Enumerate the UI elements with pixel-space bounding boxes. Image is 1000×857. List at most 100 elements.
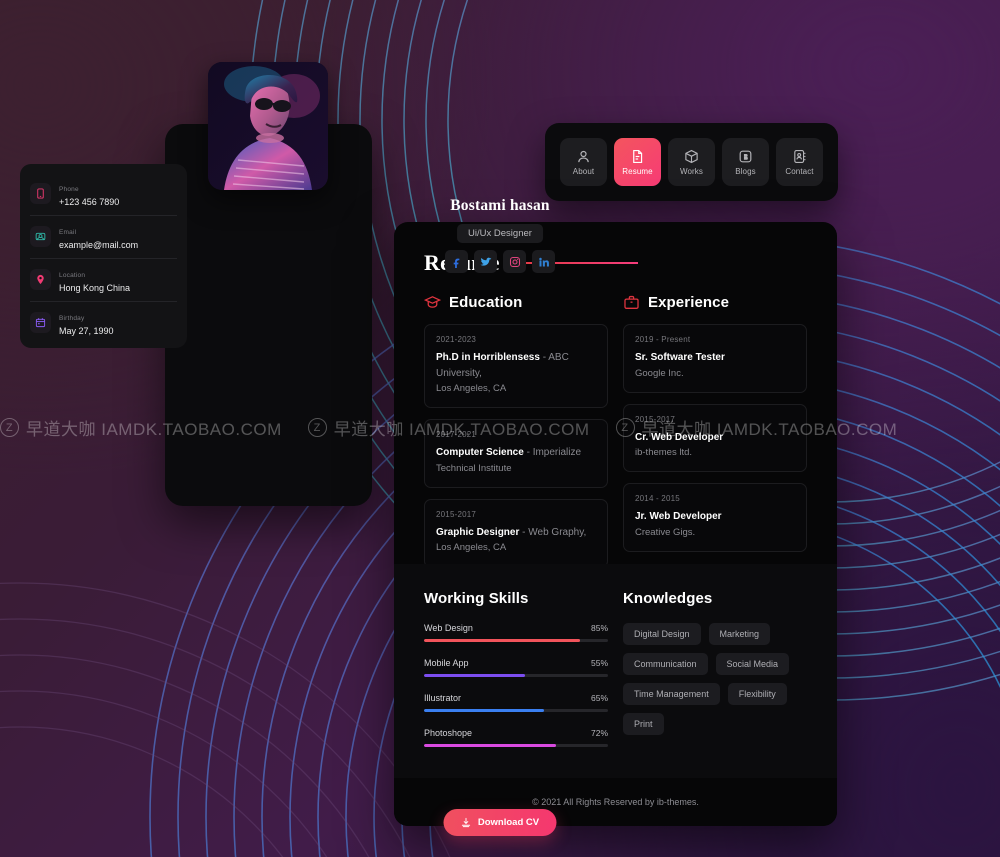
contact-row-email[interactable]: Email example@mail.com xyxy=(30,216,177,260)
contact-value-email: example@mail.com xyxy=(59,240,139,251)
contact-info-list: Phone +123 456 7890 Email example@mail.c… xyxy=(20,164,187,349)
education-sub: Technical Institute xyxy=(436,462,512,474)
education-card: 2015-2017 Graphic Designer - Web Graphy,… xyxy=(424,498,608,568)
contact-label-location: Location xyxy=(59,272,86,280)
nav-label-blogs: Blogs xyxy=(735,166,756,176)
nav-item-works[interactable]: Works xyxy=(668,138,715,186)
social-link-linkedin[interactable] xyxy=(532,250,555,273)
nav-label-resume: Resume xyxy=(622,166,653,176)
download-cv-button[interactable]: Download CV xyxy=(443,809,557,836)
email-icon xyxy=(35,232,46,241)
contact-value-location: Hong Kong China xyxy=(59,283,131,294)
skills-band: Working Skills Web Design 85% Mobile App… xyxy=(394,564,837,778)
contact-value-birthday: May 27, 1990 xyxy=(59,326,114,337)
experience-card: 2019 - Present Sr. Software Tester Googl… xyxy=(623,324,807,393)
download-cv-label: Download CV xyxy=(477,817,540,828)
education-degree: Graphic Designer - Web Graphy, xyxy=(436,526,587,538)
contact-row-birthday[interactable]: Birthday May 27, 1990 xyxy=(30,302,177,344)
skill-track xyxy=(424,639,608,642)
experience-company: ib-themes ltd. xyxy=(635,447,693,459)
skill-fill xyxy=(424,674,526,677)
knowledges-title: Knowledges xyxy=(623,590,713,607)
skill-name: Photoshope xyxy=(424,728,473,738)
nav-label-works: Works xyxy=(679,166,704,176)
phone-icon-wrap xyxy=(30,183,51,205)
cube-icon xyxy=(685,149,698,163)
instagram-icon xyxy=(509,256,520,267)
location-icon xyxy=(37,275,44,285)
skill-fill xyxy=(424,744,557,747)
education-card: 2017-2021 Computer Science - Imperialize… xyxy=(424,419,608,488)
knowledge-tag[interactable]: Flexibility xyxy=(727,683,787,705)
skill-track xyxy=(424,709,608,712)
phone-icon xyxy=(37,188,44,199)
education-year: 2017-2021 xyxy=(436,430,477,440)
experience-heading: Experience xyxy=(623,294,807,311)
experience-card: 2015-2017 Cr. Web Developer ib-themes lt… xyxy=(623,403,807,473)
experience-column: Experience 2019 - Present Sr. Software T… xyxy=(623,294,807,579)
contact-value-phone: +123 456 7890 xyxy=(59,197,120,207)
experience-year: 2019 - Present xyxy=(635,335,691,344)
profile-role-badge: Ui/Ux Designer xyxy=(457,224,543,243)
skill-name: Web Design xyxy=(424,623,473,633)
portrait-photo-icon xyxy=(208,62,328,190)
social-link-twitter[interactable] xyxy=(474,250,497,273)
resume-columns: Education 2021-2023 Ph.D in Horriblenses… xyxy=(394,276,837,579)
education-degree: Computer Science - Imperialize xyxy=(436,447,582,459)
skill-percent: 85% xyxy=(590,623,608,633)
knowledge-tag[interactable]: Print xyxy=(623,713,664,735)
education-sub: Los Angeles, CA xyxy=(436,383,507,394)
nav-label-contact: Contact xyxy=(785,166,814,176)
blog-icon xyxy=(739,150,752,162)
skill-percent: 72% xyxy=(590,728,608,738)
knowledge-tag[interactable]: Social Media xyxy=(715,653,790,675)
contact-label-phone: Phone xyxy=(59,186,79,193)
education-degree: Ph.D in Horriblensess - ABC University, xyxy=(436,352,569,379)
contact-row-location[interactable]: Location Hong Kong China xyxy=(30,259,177,303)
experience-company: Creative Gigs. xyxy=(635,526,696,538)
skill-percent: 65% xyxy=(590,693,608,703)
education-year: 2021-2023 xyxy=(436,335,477,344)
skill-fill xyxy=(424,709,544,712)
education-year: 2015-2017 xyxy=(436,509,477,519)
social-link-instagram[interactable] xyxy=(503,250,526,273)
nav-item-blogs[interactable]: Blogs xyxy=(722,138,769,186)
contact-label-birthday: Birthday xyxy=(59,315,85,323)
education-heading: Education xyxy=(424,294,608,311)
experience-role: Jr. Web Developer xyxy=(635,511,722,523)
knowledge-tag[interactable]: Time Management xyxy=(623,683,720,705)
education-title: Education xyxy=(449,294,523,311)
nav-item-contact[interactable]: Contact xyxy=(776,138,823,186)
skill-percent: 55% xyxy=(590,658,608,668)
contact-row-phone[interactable]: Phone +123 456 7890 xyxy=(30,173,177,217)
birthday-icon xyxy=(35,318,46,328)
avatar xyxy=(208,62,328,190)
email-icon-wrap xyxy=(30,226,51,248)
watermark-logo: Z xyxy=(0,418,19,437)
nav-item-resume[interactable]: Resume xyxy=(614,138,661,186)
location-icon-wrap xyxy=(30,269,51,291)
skill-track xyxy=(424,744,608,747)
education-card: 2021-2023 Ph.D in Horriblensess - ABC Un… xyxy=(424,324,608,409)
skill-name: Illustrator xyxy=(424,693,462,703)
graduation-cap-icon xyxy=(424,296,441,308)
knowledge-tag[interactable]: Communication xyxy=(623,653,708,675)
user-icon xyxy=(578,150,589,162)
download-icon xyxy=(462,817,471,828)
knowledges-column: Knowledges Digital Design Marketing Comm… xyxy=(623,590,807,778)
twitter-icon xyxy=(480,257,491,266)
contact-card-icon xyxy=(794,149,806,163)
nav-item-about[interactable]: About xyxy=(560,138,607,186)
knowledge-tag[interactable]: Marketing xyxy=(708,623,771,645)
experience-role: Cr. Web Developer xyxy=(635,431,724,443)
experience-role: Sr. Software Tester xyxy=(635,352,725,363)
experience-year: 2014 - 2015 xyxy=(635,494,680,504)
social-link-facebook[interactable] xyxy=(445,250,468,273)
knowledge-tag[interactable]: Digital Design xyxy=(623,623,701,645)
skill-row: Illustrator 65% xyxy=(424,693,608,712)
skill-name: Mobile App xyxy=(424,658,469,668)
skill-track xyxy=(424,674,608,677)
briefcase-icon xyxy=(624,295,639,309)
experience-year: 2015-2017 xyxy=(635,414,676,424)
knowledge-tag-list: Digital Design Marketing Communication S… xyxy=(623,623,807,735)
